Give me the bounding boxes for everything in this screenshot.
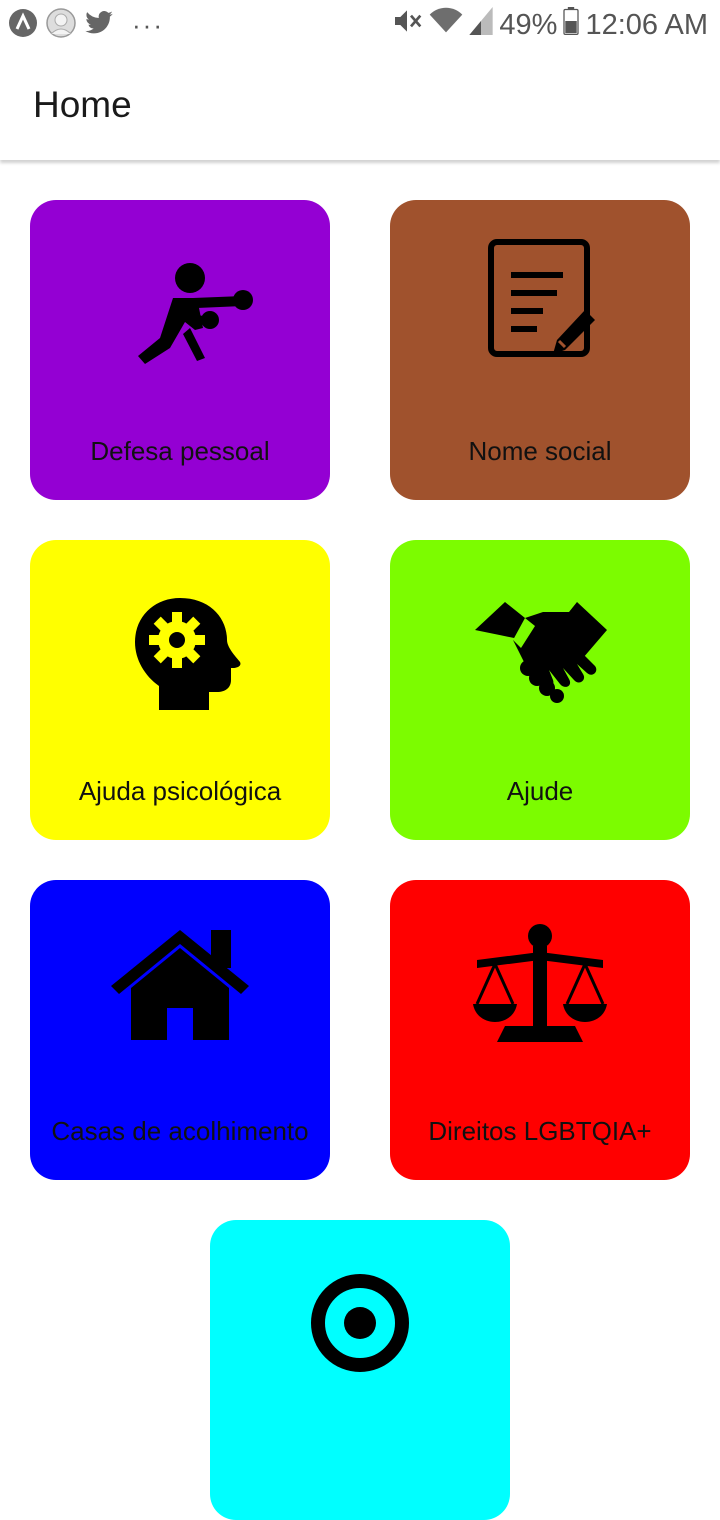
tile-partial-bottom[interactable] (210, 1220, 510, 1520)
status-bar-left: ··· (8, 7, 164, 43)
battery-percent: 49% (499, 8, 558, 41)
overflow-dots: ··· (132, 10, 164, 40)
tile-nome-social[interactable]: Nome social (390, 200, 690, 500)
status-bar: ··· 49% 12:06 AM (0, 0, 720, 50)
wifi-icon (429, 6, 463, 44)
tile-direitos-lgbtqia[interactable]: Direitos LGBTQIA+ (390, 880, 690, 1180)
tile-ajuda-psicologica[interactable]: Ajuda psicológica (30, 540, 330, 840)
tile-ajude[interactable]: Ajude (390, 540, 690, 840)
tile-label: Ajuda psicológica (78, 776, 282, 806)
signal-icon (469, 7, 494, 43)
status-bar-right: 49% 12:06 AM (391, 6, 708, 44)
app-a-icon (8, 8, 38, 43)
page-title: Home (33, 84, 132, 125)
mute-icon (391, 5, 423, 45)
partial-icon (285, 1248, 435, 1398)
handshake-icon (465, 568, 615, 718)
document-edit-icon (465, 228, 615, 378)
tile-label: Nome social (468, 436, 612, 466)
twitter-icon (84, 8, 114, 43)
head-gear-icon (105, 568, 255, 718)
scales-icon (465, 908, 615, 1058)
house-icon (105, 908, 255, 1058)
battery-icon (563, 7, 580, 43)
tile-label: Direitos LGBTQIA+ (428, 1116, 652, 1146)
tile-label: Casas de acolhimento (51, 1116, 309, 1146)
avatar-icon (46, 7, 76, 43)
clock: 12:06 AM (585, 8, 708, 41)
tile-label: Defesa pessoal (90, 436, 270, 466)
tile-label: Ajude (506, 776, 574, 806)
boxer-icon (105, 228, 255, 378)
app-bar: Home (0, 50, 720, 160)
tile-defesa-pessoal[interactable]: Defesa pessoal (30, 200, 330, 500)
tile-casas-de-acolhimento[interactable]: Casas de acolhimento (30, 880, 330, 1180)
